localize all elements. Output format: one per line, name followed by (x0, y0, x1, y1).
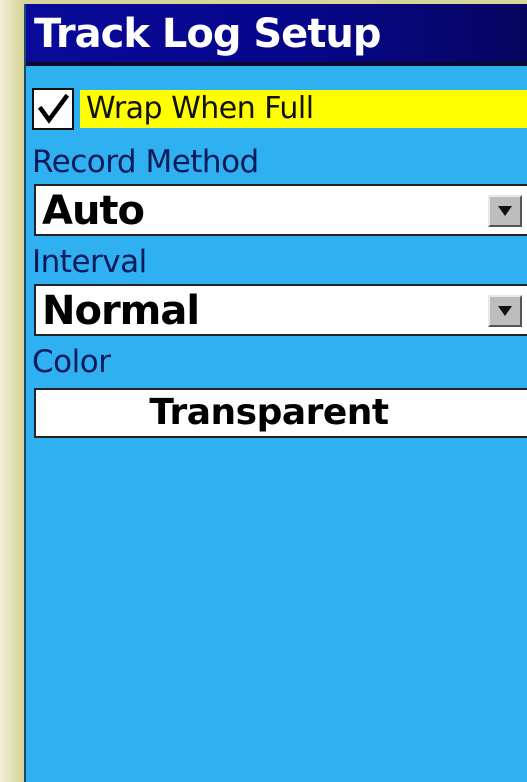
page-title: Track Log Setup (34, 11, 382, 57)
interval-dropdown[interactable]: Normal (34, 284, 527, 336)
color-value: Transparent (149, 392, 389, 433)
interval-label: Interval (32, 244, 147, 280)
record-method-dropdown[interactable]: Auto (34, 184, 527, 236)
color-label: Color (32, 344, 111, 380)
wrap-when-full-checkbox[interactable] (32, 88, 74, 130)
dropdown-arrow-icon (498, 206, 512, 216)
title-bar: Track Log Setup (26, 4, 527, 66)
color-selector[interactable]: Transparent (34, 388, 527, 438)
checkmark-icon (37, 93, 69, 124)
record-method-dropdown-button[interactable] (488, 195, 522, 227)
interval-value: Normal (42, 288, 200, 334)
interval-dropdown-button[interactable] (488, 295, 522, 327)
wrap-when-full-label[interactable]: Wrap When Full (80, 90, 527, 128)
dropdown-arrow-icon (498, 306, 512, 316)
record-method-value: Auto (42, 188, 145, 234)
gps-screen: Track Log Setup Wrap When Full Record Me… (24, 4, 527, 782)
record-method-label: Record Method (32, 144, 259, 180)
wrap-when-full-option[interactable]: Wrap When Full (32, 88, 527, 130)
